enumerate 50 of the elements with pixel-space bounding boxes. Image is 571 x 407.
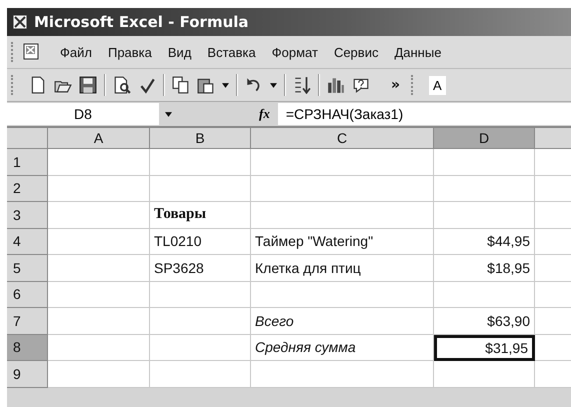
row-header[interactable]: 9 [7, 361, 48, 388]
table-cell: Клетка для птиц [251, 255, 434, 282]
table-cell: $18,95 [434, 255, 535, 282]
name-box[interactable]: D8 [7, 103, 159, 125]
help-icon[interactable] [352, 76, 370, 94]
menu-item[interactable]: Формат [264, 44, 326, 60]
table-cell: Средняя сумма [251, 334, 434, 361]
window-title: Microsoft Excel - Formula [34, 13, 249, 31]
table-cell: Таймер "Watering" [251, 228, 434, 255]
table-cell: $44,95 [434, 228, 535, 255]
column-header[interactable]: B [150, 128, 251, 149]
print-preview-icon[interactable] [113, 76, 131, 94]
menu-item[interactable]: Данные [386, 44, 450, 60]
save-icon[interactable] [79, 76, 97, 94]
spelling-check-icon[interactable] [138, 76, 156, 94]
column-header[interactable]: D [434, 128, 535, 149]
toolbar-overflow-button[interactable]: » [377, 77, 400, 93]
spreadsheet-icon [12, 14, 28, 30]
table-cell: TL0210 [150, 228, 251, 255]
row-header[interactable]: 2 [7, 176, 48, 202]
row-header[interactable]: 4 [7, 228, 48, 255]
menu-item[interactable]: Файл [52, 44, 100, 60]
row-header[interactable]: 7 [7, 308, 48, 334]
sort-ascending-icon[interactable] [293, 76, 311, 94]
copy-icon[interactable] [172, 76, 190, 94]
column-header[interactable]: A [48, 128, 150, 149]
chart-icon[interactable] [327, 76, 345, 94]
table-cell: Товары [150, 202, 251, 228]
row-header[interactable]: 8 [7, 334, 48, 361]
table-cell: SP3628 [150, 255, 251, 282]
table-cell: $63,90 [434, 308, 535, 334]
function-label[interactable]: fx [259, 106, 278, 122]
row-header[interactable]: 6 [7, 282, 48, 308]
font-field[interactable]: A [429, 76, 446, 94]
menu-item[interactable]: Правка [100, 44, 160, 60]
menu-item[interactable]: Вставка [199, 44, 264, 60]
caret-icon[interactable] [270, 82, 277, 88]
row-header[interactable]: 3 [7, 202, 48, 228]
paste-icon[interactable] [197, 76, 215, 94]
new-document-icon[interactable] [29, 76, 47, 94]
table-cell: Всего [251, 308, 434, 334]
caret-icon[interactable] [165, 112, 172, 116]
column-header[interactable]: C [251, 128, 434, 149]
table-cell: $31,95 [434, 334, 535, 361]
menu-item[interactable]: Сервис [326, 44, 386, 60]
caret-icon[interactable] [222, 82, 229, 88]
row-header[interactable]: 1 [7, 149, 48, 176]
formula-field[interactable]: =СРЗНАЧ(Заказ1) [278, 103, 571, 125]
menu-item[interactable]: Вид [160, 44, 200, 60]
row-header[interactable]: 5 [7, 255, 48, 282]
